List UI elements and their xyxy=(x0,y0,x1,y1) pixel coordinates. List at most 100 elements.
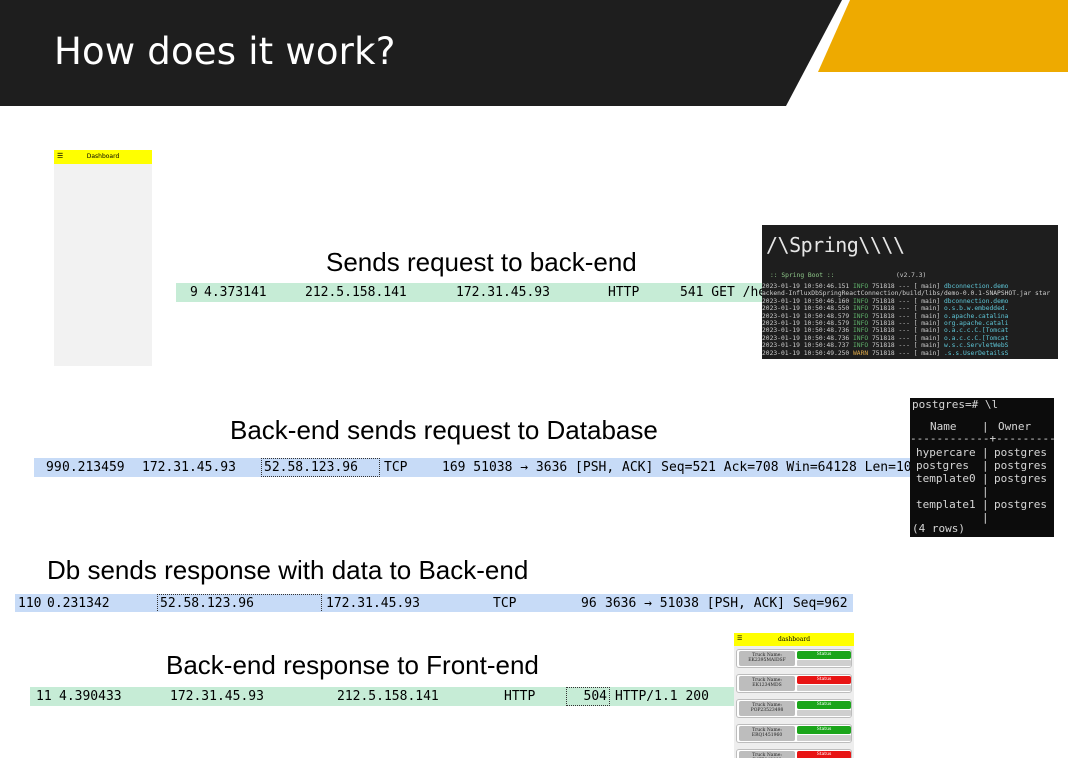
spring-log-field: 2023-01-19 10:50:48.550 xyxy=(762,305,850,313)
psql-footer: (4 rows) xyxy=(912,522,965,535)
spring-log-line: 2023-01-19 10:50:48.736 INFO 751818 --- … xyxy=(762,327,1008,334)
psql-row-owner: postgres xyxy=(994,459,1047,472)
status-detail-bar xyxy=(797,710,851,716)
phone-app-bar: ☰ dashboard xyxy=(734,633,854,646)
spring-log-field: .s.s.UserDetailsS xyxy=(944,349,1009,357)
packet-proto: HTTP xyxy=(608,285,640,300)
spring-log-field: 751818 --- [ xyxy=(868,312,918,320)
status-badge: Status xyxy=(797,651,851,659)
spring-log-field: dbconnection.demo xyxy=(944,283,1009,290)
spring-log-field: main] xyxy=(917,334,945,342)
truck-name-field: Truck Name: EK2395MAIDSF xyxy=(739,651,795,666)
spring-log-line: 2023-01-19 10:50:49.250 WARN 751818 --- … xyxy=(762,350,1008,357)
spring-log-field: 751818 --- [ xyxy=(868,297,918,305)
spring-log-field: 751818 --- [ xyxy=(868,320,918,327)
packet-no: 99 xyxy=(46,460,62,475)
spring-log-line: 2023-01-19 10:50:48.579 INFO 751818 --- … xyxy=(762,320,1008,327)
psql-row-name: hypercare xyxy=(916,446,976,459)
psql-console: postgres=# \l Name | Owner ------------+… xyxy=(910,398,1054,537)
packet-time: 4.373141 xyxy=(204,285,267,300)
step4-packet-row: 11 4.390433 172.31.45.93 212.5.158.141 H… xyxy=(30,687,734,706)
spring-log-field: INFO xyxy=(849,312,869,320)
truck-id: EK1234MDS xyxy=(752,683,782,688)
spring-log-field: INFO xyxy=(849,334,869,342)
psql-prompt: postgres=# \l xyxy=(912,398,999,411)
spring-log-field: o.s.b.w.embedded. xyxy=(944,305,1009,313)
packet-no: 11 xyxy=(36,689,52,704)
spring-log-field: main] xyxy=(917,312,945,320)
packet-src: 172.31.45.93 xyxy=(170,689,264,704)
spring-log-field: 2023-01-19 10:50:46.160 xyxy=(762,297,850,305)
spring-log-field: 751818 --- [ xyxy=(868,283,918,290)
spring-log-field: 2023-01-19 10:50:49.250 xyxy=(762,349,850,357)
dashboard-phone-mockup: ☰ dashboard Truck Name: EK2395MAIDSF Statu… xyxy=(734,633,854,758)
packet-time: 0.213459 xyxy=(62,460,125,475)
spring-log-field: main] xyxy=(917,320,945,327)
truck-name-field: Truck Name: ERQ1451960 xyxy=(739,726,795,741)
truck-card[interactable]: Truck Name: EK2395MAIDSF Status xyxy=(736,649,852,668)
psql-row-sep: | xyxy=(982,446,989,459)
packet-info: HTTP/1.1 200 xyxy=(615,689,709,704)
spring-log-field: org.apache.catali xyxy=(944,320,1009,327)
spring-log-line: ackend-InfluxDbSpringReactConnection/bui… xyxy=(762,290,1050,297)
psql-row-sep: | xyxy=(982,459,989,472)
truck-card[interactable]: Truck Name: EK1234MDS Status xyxy=(736,674,852,693)
spring-log-field: main] xyxy=(917,305,945,313)
packet-time: 4.390433 xyxy=(59,689,122,704)
truck-card[interactable]: Truck Name:EAT5243802Status xyxy=(736,749,852,758)
psql-row-sep: | xyxy=(982,511,989,524)
step2-packet-row: 99 0.213459 172.31.45.93 52.58.123.96 TC… xyxy=(34,458,910,477)
spring-log-field: 2023-01-19 10:50:48.736 xyxy=(762,327,850,335)
truck-card[interactable]: Truck Name: ERQ1451960 Status xyxy=(736,724,852,743)
packet-dst: 212.5.158.141 xyxy=(337,689,439,704)
spring-log-field: INFO xyxy=(849,305,869,313)
packet-time: 0.231342 xyxy=(47,596,110,611)
psql-row-name: template1 xyxy=(916,498,976,511)
spring-log-field: 751818 --- [ xyxy=(868,334,918,342)
packet-proto: HTTP xyxy=(504,689,536,704)
packet-info: 541 GET /hel xyxy=(680,285,762,300)
packet-dst: 52.58.123.96 xyxy=(261,458,380,477)
psql-row-owner: postgres xyxy=(994,498,1047,511)
status-detail-bar xyxy=(797,685,851,691)
phone-app-title: dashboard xyxy=(777,636,811,643)
spring-log-field: 2023-01-19 10:50:48.579 xyxy=(762,312,850,320)
status-badge: Status xyxy=(797,751,851,758)
psql-row-name: postgres xyxy=(916,459,969,472)
truck-card[interactable]: Truck Name: POP23523498 Status xyxy=(736,699,852,718)
step2-caption: Back-end sends request to Database xyxy=(230,415,658,445)
packet-dst: 172.31.45.93 xyxy=(456,285,550,300)
spring-log-line: 2023-01-19 10:50:48.736 INFO 751818 --- … xyxy=(762,335,1008,342)
status-badge: Status xyxy=(797,676,851,684)
spring-log-field: INFO xyxy=(849,342,869,350)
truck-id: ERQ1451960 xyxy=(751,733,783,738)
spring-log-field: 2023-01-19 10:50:48.736 xyxy=(762,334,850,342)
spring-log-field: 751818 --- [ xyxy=(868,327,918,335)
spring-log-field: o.a.c.c.C.[Tomcat xyxy=(944,334,1009,342)
spring-log-line: 2023-01-19 10:50:46.160 INFO 751818 --- … xyxy=(762,298,1008,305)
spring-log-field: INFO xyxy=(849,320,869,327)
packet-proto: TCP xyxy=(493,596,517,611)
packet-proto: TCP xyxy=(384,460,408,475)
step3-caption: Db sends response with data to Back-end xyxy=(47,555,529,585)
spring-log-line: 2023-01-19 10:50:48.737 INFO 751818 --- … xyxy=(762,342,1008,349)
spring-log-field: ackend-InfluxDbSpringReactConnection/bui… xyxy=(762,290,1051,298)
spring-log-field: o.a.c.c.C.[Tomcat xyxy=(944,327,1009,335)
spring-log-field: 2023-01-19 10:50:48.579 xyxy=(762,320,850,327)
psql-header-rule: ------------+---------- xyxy=(910,432,1054,445)
spring-boot-console: /\Spring\\\\ :: Spring Boot :: (v2.7.3) … xyxy=(762,225,1058,359)
spring-log-field: main] xyxy=(917,342,945,350)
spring-log-field: 2023-01-19 10:50:46.151 xyxy=(762,283,850,290)
psql-row-sep: | xyxy=(982,498,989,511)
truck-name-field: Truck Name:EAT5243802 xyxy=(739,751,795,758)
spring-log-field: 751818 --- [ xyxy=(868,305,918,313)
spring-log-field: WARN xyxy=(849,349,869,357)
spring-log-field: INFO xyxy=(849,327,869,335)
packet-src: 212.5.158.141 xyxy=(305,285,407,300)
spring-log-line: 2023-01-19 10:50:48.550 INFO 751818 --- … xyxy=(762,305,1008,312)
spring-log-field: 751818 --- [ xyxy=(868,342,918,350)
frontend-phone-mockup: ☰ Dashboard xyxy=(54,150,152,366)
spring-log-field: 751818 --- [ xyxy=(868,349,918,357)
step1-packet-row: 9 4.373141 212.5.158.141 172.31.45.93 HT… xyxy=(176,283,762,302)
slide-header: How does it work? xyxy=(0,0,1068,106)
